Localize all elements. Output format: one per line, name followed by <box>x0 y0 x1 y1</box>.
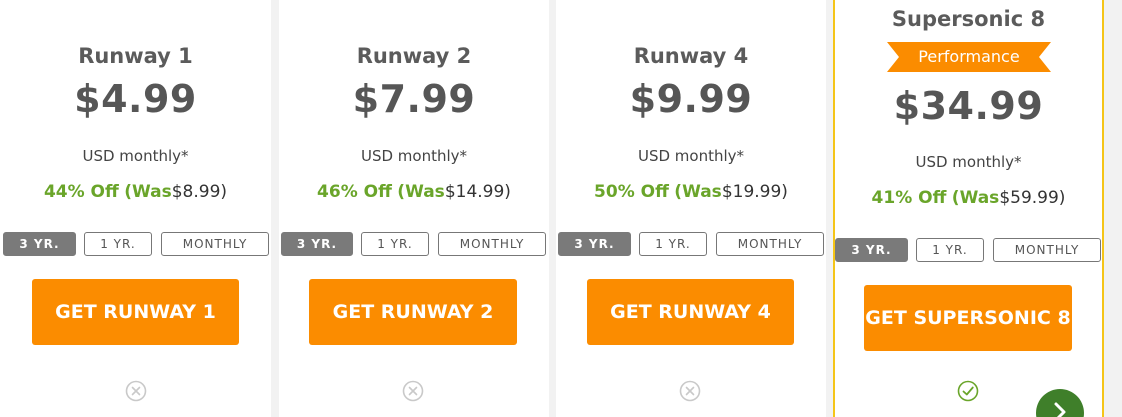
plan-name: Runway 4 <box>633 44 749 68</box>
was-label: (Was <box>124 182 172 202</box>
discount-text: 41% Off (Was$59.99) <box>835 188 1102 208</box>
pricing-cards: Runway 1 $4.99 USD monthly* 44% Off (Was… <box>0 0 1122 417</box>
performance-ribbon: Performance <box>887 42 1051 72</box>
get-runway-1-button[interactable]: GET RUNWAY 1 <box>32 279 239 345</box>
was-label: (Was <box>397 182 445 202</box>
plan-card-supersonic-8: Supersonic 8 Performance $34.99 USD mont… <box>833 0 1104 417</box>
term-3yr-button[interactable]: 3 YR. <box>558 232 631 256</box>
plan-price: $9.99 <box>629 77 753 121</box>
price-period: USD monthly* <box>360 147 468 165</box>
plan-card-runway-2: Runway 2 $7.99 USD monthly* 46% Off (Was… <box>279 0 549 417</box>
get-runway-2-button[interactable]: GET RUNWAY 2 <box>309 279 517 345</box>
plan-card-runway-1: Runway 1 $4.99 USD monthly* 44% Off (Was… <box>0 0 271 417</box>
x-circle-icon <box>402 380 424 402</box>
plan-price: $4.99 <box>74 77 197 121</box>
discount-text: 44% Off (Was$8.99) <box>0 182 271 202</box>
discount-percent: 44% Off <box>43 182 119 202</box>
x-circle-icon <box>125 380 147 402</box>
term-1yr-button[interactable]: 1 YR. <box>639 232 707 256</box>
term-1yr-button[interactable]: 1 YR. <box>84 232 152 256</box>
discount-percent: 50% Off <box>594 182 669 202</box>
was-price: $8.99) <box>171 182 228 202</box>
plan-name: Runway 2 <box>356 44 472 68</box>
plan-price: $34.99 <box>893 84 1044 128</box>
term-1yr-button[interactable]: 1 YR. <box>916 238 984 262</box>
discount-text: 46% Off (Was$14.99) <box>279 182 549 202</box>
price-period: USD monthly* <box>82 147 189 165</box>
term-monthly-button[interactable]: MONTHLY <box>993 238 1101 262</box>
was-label: (Was <box>951 188 1000 208</box>
discount-percent: 41% Off <box>871 188 947 208</box>
check-circle-icon <box>957 380 979 402</box>
term-monthly-button[interactable]: MONTHLY <box>716 232 824 256</box>
discount-percent: 46% Off <box>317 182 392 202</box>
get-supersonic-8-button[interactable]: GET SUPERSONIC 8 <box>864 285 1072 351</box>
term-3yr-button[interactable]: 3 YR. <box>281 232 353 256</box>
price-period: USD monthly* <box>637 147 745 165</box>
plan-card-runway-4: Runway 4 $9.99 USD monthly* 50% Off (Was… <box>556 0 826 417</box>
term-monthly-button[interactable]: MONTHLY <box>438 232 546 256</box>
term-monthly-button[interactable]: MONTHLY <box>161 232 269 256</box>
get-runway-4-button[interactable]: GET RUNWAY 4 <box>587 279 794 345</box>
plan-name: Supersonic 8 <box>891 7 1046 31</box>
performance-badge: Performance <box>918 47 1020 66</box>
was-price: $59.99) <box>999 188 1066 208</box>
plan-name: Runway 1 <box>78 44 193 68</box>
chevron-right-icon <box>1054 402 1066 417</box>
term-3yr-button[interactable]: 3 YR. <box>835 238 908 262</box>
term-3yr-button[interactable]: 3 YR. <box>3 232 76 256</box>
was-price: $19.99) <box>721 182 788 202</box>
was-price: $14.99) <box>444 182 511 202</box>
carousel-next-button[interactable] <box>1036 389 1084 417</box>
price-period: USD monthly* <box>915 153 1022 171</box>
was-label: (Was <box>674 182 722 202</box>
discount-text: 50% Off (Was$19.99) <box>556 182 826 202</box>
x-circle-icon <box>679 380 701 402</box>
term-1yr-button[interactable]: 1 YR. <box>361 232 429 256</box>
plan-price: $7.99 <box>352 77 476 121</box>
